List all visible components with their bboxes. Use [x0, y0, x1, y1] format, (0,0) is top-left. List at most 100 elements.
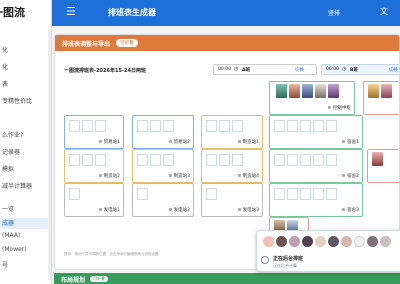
shift-a-box[interactable]: 00:00 ◷ A班 切换: [213, 64, 317, 75]
shift-label: B班: [350, 68, 358, 73]
operator-avatar: [302, 236, 313, 247]
operator-slot[interactable]: [274, 154, 285, 166]
operator-slot[interactable]: [287, 154, 298, 166]
card-header[interactable]: 排班表调整与导出 可折叠: [55, 35, 399, 51]
operator-avatar: [263, 236, 274, 247]
operator-slot[interactable]: [232, 154, 243, 166]
menu-icon[interactable]: ☰: [66, 6, 76, 18]
operator-slot[interactable]: [232, 120, 243, 132]
operator-slot[interactable]: [287, 120, 298, 132]
operator-avatar[interactable]: [315, 84, 326, 98]
sidebar-item[interactable]: 记录器: [0, 147, 51, 158]
operator-slot[interactable]: [287, 188, 298, 200]
sidebar-item[interactable]: (MAA): [0, 232, 51, 243]
layout-toggle-button[interactable]: 竖排: [328, 8, 340, 17]
operator-slot[interactable]: [300, 188, 311, 200]
sidebar-item[interactable]: 么作业?: [0, 130, 51, 141]
operator-slot[interactable]: [82, 120, 93, 132]
operator-avatar: [328, 236, 339, 247]
operator-avatar: [341, 236, 352, 247]
operator-slot[interactable]: [219, 120, 230, 132]
operator-slot[interactable]: [137, 120, 148, 132]
operator-slot[interactable]: [313, 120, 324, 132]
sidebar-item[interactable]: 模拟: [0, 164, 51, 175]
room-trade-station-2[interactable]: 贸易站2: [132, 115, 194, 149]
operator-avatar: [354, 236, 365, 247]
clock-icon: ◷: [234, 66, 239, 72]
toast-subtitle: 正在后台计算: [273, 263, 297, 268]
room-name: 贸易站1: [99, 139, 120, 145]
room-name: 控制中枢: [328, 105, 351, 111]
sidebar-item[interactable]: 一览: [0, 204, 51, 215]
room-power-1[interactable]: 发电站1: [64, 183, 124, 217]
sidebar-scrollbar[interactable]: [48, 30, 51, 280]
sidebar-item-active[interactable]: 成器: [0, 218, 51, 229]
sidebar-item[interactable]: 表: [0, 79, 51, 90]
operator-slot[interactable]: [82, 154, 93, 166]
shift-b-box[interactable]: 00:00 ◷ B班 切换 ✓ ⊕: [321, 64, 399, 75]
operator-avatar[interactable]: [302, 84, 313, 98]
operator-slot[interactable]: [300, 154, 311, 166]
room-manufacture-3[interactable]: 制造站3: [132, 149, 194, 183]
room-name: 发电站3: [238, 207, 259, 213]
section-layout-header[interactable]: 布局规划 可折叠: [54, 273, 400, 284]
room-trade-station-1[interactable]: 贸易站1: [64, 115, 124, 149]
operator-slot[interactable]: [150, 154, 161, 166]
operator-avatar[interactable]: [368, 84, 379, 98]
sidebar-item[interactable]: 号: [0, 260, 51, 271]
operator-avatar[interactable]: [276, 84, 287, 98]
operator-slot[interactable]: [150, 120, 161, 132]
operator-avatar: [367, 236, 378, 247]
operator-avatar: [380, 236, 391, 247]
language-icon[interactable]: 文: [380, 6, 388, 17]
schedule-name: 一图流排班表-2026年15-24日两班: [64, 68, 146, 74]
operator-avatar[interactable]: [289, 84, 300, 98]
operator-slot[interactable]: [69, 154, 80, 166]
sidebar-item[interactable]: 化: [0, 45, 51, 56]
operator-avatar[interactable]: [328, 84, 339, 98]
operator-slot[interactable]: [313, 188, 324, 200]
operator-avatar[interactable]: [381, 84, 392, 98]
shift-time[interactable]: 00:00: [218, 67, 231, 72]
collapse-badge[interactable]: 可折叠: [116, 39, 138, 47]
sidebar-item[interactable]: (Mower): [0, 246, 51, 257]
room-manufacture-2[interactable]: 制造站2: [64, 149, 124, 183]
operator-slot[interactable]: [206, 154, 217, 166]
switch-button[interactable]: 切换: [295, 67, 304, 73]
collapse-badge[interactable]: 可折叠: [90, 276, 108, 282]
room-manufacture-1[interactable]: 制造站1: [201, 115, 263, 149]
operator-slot[interactable]: [326, 188, 337, 200]
operator-slot[interactable]: [206, 188, 217, 200]
operator-avatar[interactable]: [372, 152, 383, 166]
room-power-3[interactable]: 发电站3: [201, 183, 263, 217]
operator-slot[interactable]: [326, 154, 337, 166]
room-top-right[interactable]: [363, 81, 399, 115]
switch-button[interactable]: 切换: [389, 67, 398, 73]
sidebar-item[interactable]: 专精性价比: [0, 96, 51, 107]
operator-slot[interactable]: [95, 120, 106, 132]
operator-slot[interactable]: [274, 120, 285, 132]
operator-slot[interactable]: [95, 154, 106, 166]
room-power-2[interactable]: 发电站2: [132, 183, 194, 217]
operator-slot[interactable]: [219, 154, 230, 166]
room-control-center[interactable]: 控制中枢: [269, 81, 355, 115]
operator-slot[interactable]: [137, 188, 148, 200]
operator-slot[interactable]: [69, 188, 80, 200]
operator-slot[interactable]: [69, 120, 80, 132]
sidebar-item[interactable]: 化: [0, 62, 51, 73]
operator-slot[interactable]: [206, 120, 217, 132]
shift-time[interactable]: 00:00: [326, 67, 339, 72]
room-dorm-2[interactable]: 宿舍2: [269, 149, 363, 183]
room-right-middle[interactable]: [367, 149, 399, 183]
operator-slot[interactable]: [163, 120, 174, 132]
room-dorm-3[interactable]: 宿舍3: [269, 183, 363, 217]
operator-slot[interactable]: [163, 154, 174, 166]
room-manufacture-4[interactable]: 制造站4: [201, 149, 263, 183]
operator-slot[interactable]: [300, 120, 311, 132]
operator-slot[interactable]: [326, 120, 337, 132]
room-dorm-1[interactable]: 宿舍1: [269, 115, 363, 149]
operator-slot[interactable]: [137, 154, 148, 166]
sidebar-item[interactable]: 减半计算器: [0, 181, 51, 192]
operator-slot[interactable]: [274, 188, 285, 200]
operator-slot[interactable]: [313, 154, 324, 166]
